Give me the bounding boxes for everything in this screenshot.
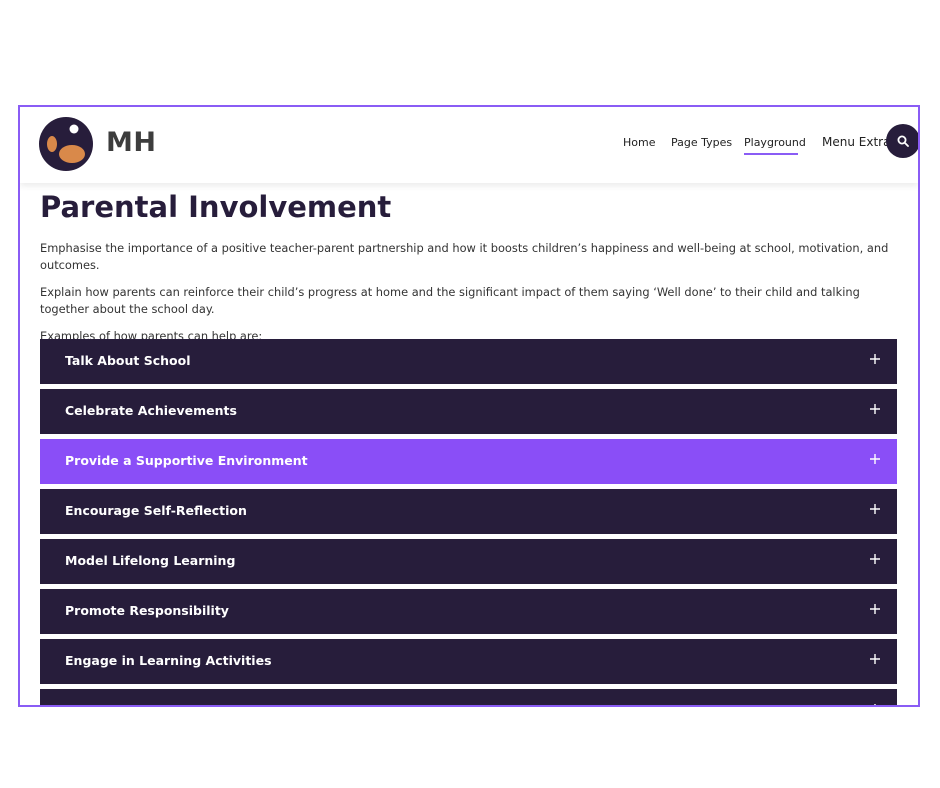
- accordion-item-celebrate-achievements[interactable]: Celebrate Achievements: [40, 389, 897, 434]
- nav-active-indicator: [744, 153, 798, 155]
- main-content: Parental Involvement Emphasise the impor…: [40, 187, 898, 345]
- accordion-item-supportive-environment[interactable]: Provide a Supportive Environment: [40, 439, 897, 484]
- accordion-item-lifelong-learning[interactable]: Model Lifelong Learning: [40, 539, 897, 584]
- logo-icon[interactable]: [39, 117, 93, 171]
- site-header: MH Home Page Types Playground Menu Extra…: [20, 107, 918, 183]
- plus-icon[interactable]: [869, 703, 881, 707]
- plus-icon[interactable]: [869, 403, 881, 415]
- search-button[interactable]: [886, 124, 918, 158]
- nav-page-types[interactable]: Page Types: [671, 136, 732, 149]
- accordion-label: Talk About School: [65, 353, 191, 368]
- plus-icon[interactable]: [869, 503, 881, 515]
- accordion-item-partial[interactable]: [40, 689, 897, 707]
- plus-icon[interactable]: [869, 553, 881, 565]
- accordion-label: Encourage Self-Reflection: [65, 503, 247, 518]
- accordion-label: Provide a Supportive Environment: [65, 453, 308, 468]
- search-icon: [897, 135, 909, 147]
- nav-playground[interactable]: Playground: [744, 136, 806, 149]
- accordion-item-talk-about-school[interactable]: Talk About School: [40, 339, 897, 384]
- accordion-label: Model Lifelong Learning: [65, 553, 236, 568]
- page-title: Parental Involvement: [40, 190, 392, 224]
- accordion-label: Engage in Learning Activities: [65, 653, 272, 668]
- accordion-item-learning-activities[interactable]: Engage in Learning Activities: [40, 639, 897, 684]
- accordion-label: Promote Responsibility: [65, 603, 229, 618]
- accordion-label: Celebrate Achievements: [65, 403, 237, 418]
- accordion-item-promote-responsibility[interactable]: Promote Responsibility: [40, 589, 897, 634]
- explain-paragraph: Explain how parents can reinforce their …: [40, 285, 860, 316]
- plus-icon[interactable]: [869, 603, 881, 615]
- brand-name[interactable]: MH: [106, 127, 156, 158]
- browser-frame: MH Home Page Types Playground Menu Extra…: [18, 105, 920, 707]
- plus-icon[interactable]: [869, 453, 881, 465]
- accordion-item-self-reflection[interactable]: Encourage Self-Reflection: [40, 489, 897, 534]
- intro-paragraph: Emphasise the importance of a positive t…: [40, 241, 889, 272]
- accordion: Talk About School Celebrate Achievements…: [40, 339, 897, 707]
- plus-icon[interactable]: [869, 653, 881, 665]
- nav-home[interactable]: Home: [623, 136, 655, 149]
- plus-icon[interactable]: [869, 353, 881, 365]
